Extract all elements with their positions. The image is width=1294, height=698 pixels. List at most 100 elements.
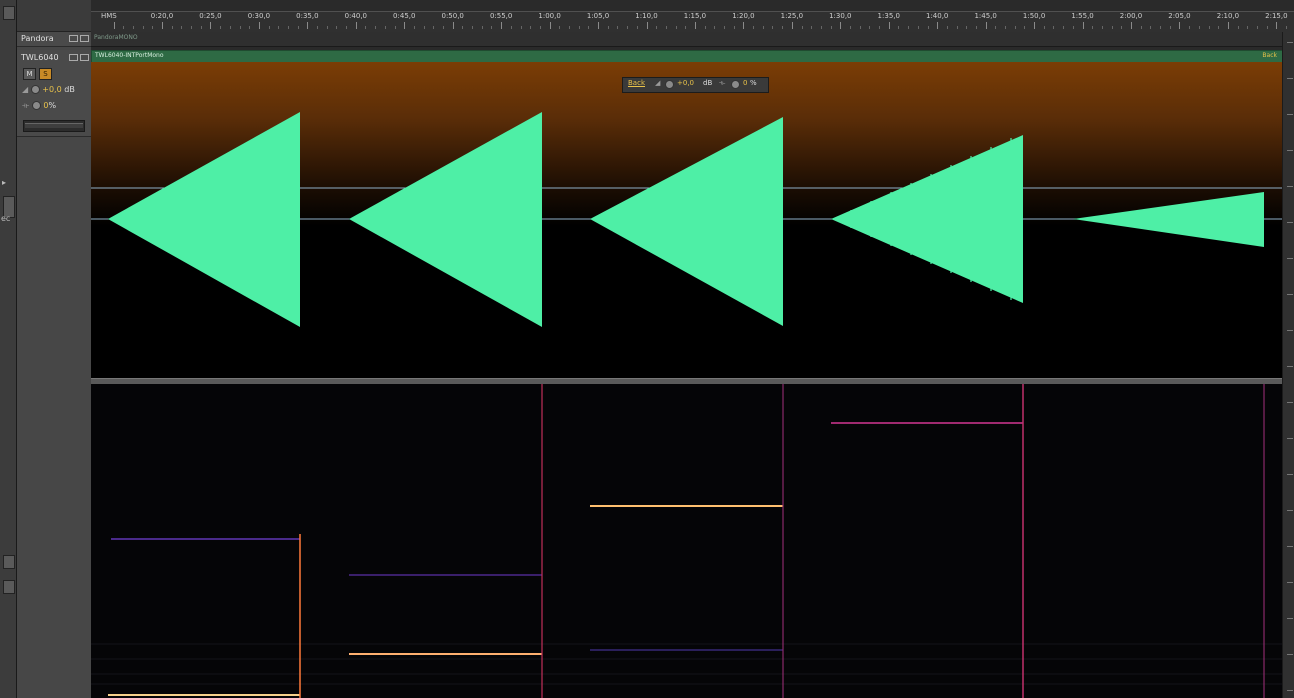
ruler-tick [239, 26, 241, 29]
ruler-time-label: 2:05,0 [1168, 12, 1191, 20]
ruler-tick [326, 26, 328, 29]
track-input-icon[interactable] [69, 54, 78, 61]
ruler-tick [297, 26, 299, 29]
ruler-tick [1150, 26, 1152, 29]
ruler-tick [588, 26, 590, 29]
ruler-tick [549, 22, 551, 29]
ruler-time-label: 1:00,0 [538, 12, 561, 20]
track-header-twl6040[interactable]: TWL6040 M S ◢ +0,0 dB ⟛ 0% [17, 50, 91, 137]
ruler-tick [278, 26, 280, 29]
ruler-tick [1005, 26, 1007, 29]
ruler-tick [898, 26, 900, 29]
ruler-tick [1247, 26, 1249, 29]
panel-grip[interactable] [3, 6, 15, 20]
vertical-scrollbar[interactable] [1282, 32, 1294, 698]
ruler-tick [355, 22, 357, 29]
ruler-tick [123, 26, 125, 29]
ruler-time-label: 0:40,0 [344, 12, 367, 20]
ruler-tick [1266, 26, 1268, 29]
volume-unit: dB [64, 85, 75, 94]
ruler-tick [917, 26, 919, 29]
clip-routing-tag[interactable]: Back [1262, 52, 1277, 59]
ruler-tick [830, 26, 832, 29]
ruler-tick [1034, 22, 1036, 29]
ruler-tick [462, 26, 464, 29]
ruler-format-label[interactable]: HMS [101, 12, 117, 20]
ruler-time-label: 2:10,0 [1216, 12, 1240, 20]
ruler-time-label: 0:35,0 [296, 12, 319, 20]
ruler-tick [210, 22, 212, 29]
scale-tick [1287, 258, 1293, 259]
ruler-tick [665, 26, 667, 29]
ruler-tick [733, 26, 735, 29]
volume-value[interactable]: +0,0 [42, 85, 61, 94]
panel-grip[interactable] [3, 555, 15, 569]
waveform-display[interactable] [91, 62, 1282, 378]
ruler-tick [443, 26, 444, 29]
hud-pan-value[interactable]: 0 [743, 79, 747, 87]
ruler-tick [530, 26, 532, 29]
ruler-tick [258, 22, 260, 29]
ruler-tick [200, 26, 202, 29]
ruler-tick [879, 26, 881, 29]
track-input-icon[interactable] [69, 35, 78, 42]
ruler-tick [413, 26, 415, 29]
ruler-tick [171, 26, 173, 29]
ruler-tick [908, 26, 910, 29]
track-output-icon[interactable] [80, 35, 89, 42]
ruler-tick [1237, 26, 1239, 29]
ruler-tick [656, 26, 658, 29]
hud-volume-value[interactable]: +0,0 [677, 79, 694, 87]
ruler-time-label: 1:10,0 [635, 12, 658, 20]
track-output-icon[interactable] [80, 54, 89, 61]
ruler-tick [578, 26, 580, 29]
hud-routing[interactable]: Back [628, 79, 645, 87]
ruler-tick [1160, 26, 1162, 29]
clip-pandora[interactable]: PandoraMONO [91, 32, 1294, 47]
waveform-burst-5 [1073, 192, 1264, 247]
ruler-tick [956, 26, 958, 29]
spectral-display[interactable] [91, 384, 1282, 698]
ruler-tick [1014, 26, 1016, 29]
clip-name: PandoraMONO [94, 34, 138, 41]
ruler-tick [452, 22, 454, 29]
scale-tick [1287, 366, 1293, 367]
ruler-tick [510, 26, 512, 29]
ruler-tick [1227, 22, 1229, 29]
panel-grip[interactable] [3, 580, 15, 594]
pan-unit: % [48, 101, 57, 110]
track-name[interactable]: TWL6040 [21, 53, 59, 62]
ruler-tick [1276, 22, 1278, 29]
pan-knob[interactable] [31, 101, 41, 110]
ruler-tick [762, 26, 764, 29]
hud-volume-knob[interactable] [665, 80, 674, 89]
time-ruler[interactable]: HMS 0:20,0 0:25,0 0:30,0 0:35,0 0:40,0 0:45,0… [91, 11, 1294, 32]
scale-tick [1287, 78, 1293, 79]
ruler-tick [791, 22, 793, 29]
ruler-tick [772, 26, 774, 29]
ruler-tick [1053, 26, 1055, 29]
track-header-pandora[interactable]: Pandora [17, 32, 91, 47]
pan-control[interactable]: ⟛ 0% [22, 101, 56, 111]
ruler-tick [394, 26, 396, 29]
expand-chevron-icon[interactable]: ▸ [2, 178, 6, 187]
ruler-time-label: 1:05,0 [586, 12, 610, 20]
clip-hud[interactable]: Back ◢ +0,0 dB ⟛ 0 % [622, 77, 769, 93]
ruler-tick [1092, 26, 1094, 29]
ruler-tick [142, 26, 144, 29]
hud-pan-knob[interactable] [731, 80, 740, 89]
waveform-burst-1 [108, 112, 300, 327]
track-fader[interactable] [23, 120, 85, 132]
fader-thumb[interactable] [25, 123, 83, 128]
ruler-tick [1256, 26, 1258, 29]
mute-button[interactable]: M [23, 68, 36, 80]
volume-control[interactable]: ◢ +0,0 dB [22, 85, 75, 94]
pan-icon: ⟛ [22, 101, 30, 110]
track-name[interactable]: Pandora [21, 34, 54, 43]
scale-tick [1287, 150, 1293, 151]
volume-knob[interactable] [30, 85, 40, 94]
ruler-tick [820, 26, 822, 29]
ruler-tick [1189, 26, 1191, 29]
solo-button[interactable]: S [39, 68, 52, 80]
ruler-tick [840, 22, 842, 29]
